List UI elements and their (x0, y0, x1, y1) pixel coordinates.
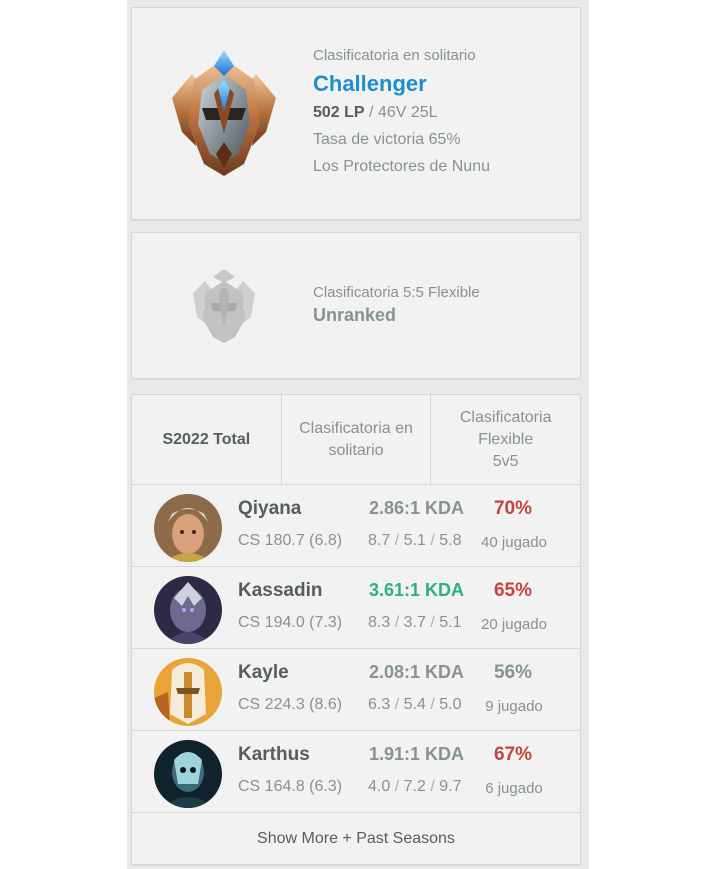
challenger-emblem-icon (162, 46, 286, 180)
flex-rank-card: Clasificatoria 5:5 Flexible Unranked (131, 232, 581, 379)
kills-value: 4.0 (368, 778, 391, 795)
deaths-value: 5.1 (403, 532, 426, 549)
deaths-value: 5.4 (403, 696, 426, 713)
champion-cs: CS 164.8 (6.3) (238, 778, 343, 795)
kills-value: 8.3 (368, 614, 391, 631)
queue-label: Clasificatoria 5:5 Flexible (313, 284, 480, 301)
assists-value: 5.1 (439, 614, 462, 631)
champion-row[interactable]: Kayle CS 224.3 (8.6) 2.08:1 KDA 6.3 / 5.… (132, 649, 580, 731)
champion-row[interactable]: Qiyana CS 180.7 (6.8) 2.86:1 KDA 8.7 / 5… (132, 485, 580, 567)
league-points: 502 LP (313, 104, 365, 121)
champion-avatar-qiyana (154, 494, 222, 562)
tier-name: Challenger (313, 71, 427, 96)
deaths-value: 3.7 (403, 614, 426, 631)
champion-avatar-kassadin (154, 576, 222, 644)
champion-kda-ratio: 1.91:1 KDA (369, 744, 465, 764)
games-played: 40 jugado (481, 534, 547, 551)
champion-kda-ratio: 2.86:1 KDA (369, 498, 465, 518)
champion-cs: CS 194.0 (7.3) (238, 614, 343, 631)
champion-avatar-karthus (154, 740, 222, 808)
games-played: 9 jugado (485, 698, 543, 715)
tab-solo-queue[interactable]: Clasificatoria en solitario (280, 395, 431, 484)
flex-rank-info: Clasificatoria 5:5 Flexible Unranked (313, 283, 480, 327)
champion-kda-ratio: 3.61:1 KDA (369, 580, 465, 600)
champion-avatar-kayle (154, 658, 222, 726)
games-played: 20 jugado (481, 616, 547, 633)
champion-name[interactable]: Kassadin (238, 580, 322, 602)
tab-season-total[interactable]: S2022 Total (132, 395, 281, 484)
champion-name[interactable]: Kayle (238, 662, 289, 684)
assists-value: 5.8 (439, 532, 462, 549)
season-tabs: S2022 Total Clasificatoria en solitario … (132, 395, 580, 485)
champion-kda-line: 6.3 / 5.4 / 5.0 (368, 696, 462, 713)
champion-winrate: 56% (493, 662, 533, 683)
champion-name[interactable]: Qiyana (238, 498, 301, 520)
champion-row[interactable]: Karthus CS 164.8 (6.3) 1.91:1 KDA 4.0 / … (132, 731, 580, 813)
win-rate: Tasa de victoria 65% (313, 131, 461, 148)
champion-winrate: 70% (493, 498, 533, 519)
champion-stats-card: S2022 Total Clasificatoria en solitario … (131, 394, 581, 865)
champion-kda-ratio: 2.08:1 KDA (369, 662, 465, 682)
champion-row[interactable]: Kassadin CS 194.0 (7.3) 3.61:1 KDA 8.3 /… (132, 567, 580, 649)
show-more-button[interactable]: Show More + Past Seasons (132, 813, 580, 865)
lp-record: 502 LP / 46V 25L (313, 101, 490, 125)
deaths-value: 7.2 (403, 778, 426, 795)
solo-rank-card: Clasificatoria en solitario Challenger 5… (131, 7, 581, 220)
queue-label: Clasificatoria en solitario (313, 47, 476, 64)
champion-kda-line: 8.7 / 5.1 / 5.8 (368, 532, 462, 549)
kills-value: 6.3 (368, 696, 391, 713)
games-played: 6 jugado (485, 780, 543, 797)
profile-column: Clasificatoria en solitario Challenger 5… (127, 0, 589, 869)
league-name: Los Protectores de Nunu (313, 158, 490, 175)
tab-flex-queue[interactable]: Clasificatoria Flexible 5v5 (430, 395, 580, 484)
win-loss-record: / 46V 25L (364, 104, 438, 121)
champion-kda-line: 8.3 / 3.7 / 5.1 (368, 614, 462, 631)
solo-rank-info: Clasificatoria en solitario Challenger 5… (313, 46, 490, 179)
champion-cs: CS 224.3 (8.6) (238, 696, 343, 713)
unranked-emblem-icon (187, 267, 261, 345)
champion-cs: CS 180.7 (6.8) (238, 532, 343, 549)
kills-value: 8.7 (368, 532, 391, 549)
champion-winrate: 65% (493, 580, 533, 601)
champion-kda-line: 4.0 / 7.2 / 9.7 (368, 778, 462, 795)
champion-winrate: 67% (493, 744, 533, 765)
tier-name: Unranked (313, 305, 397, 325)
assists-value: 9.7 (439, 778, 462, 795)
assists-value: 5.0 (439, 696, 462, 713)
champion-name[interactable]: Karthus (238, 744, 310, 766)
